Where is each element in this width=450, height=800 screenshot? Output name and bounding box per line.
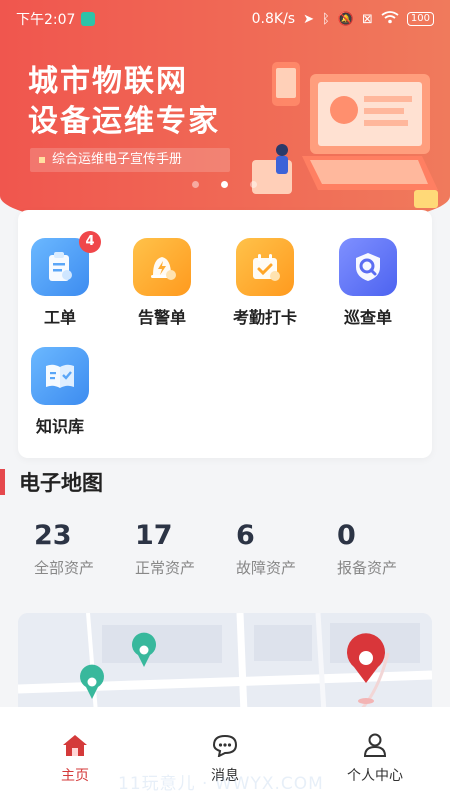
watermark: 11玩意儿 · WWYX.COM <box>118 774 324 794</box>
tab-home[interactable]: 主页 <box>30 733 120 785</box>
book-icon <box>31 347 89 405</box>
tab-profile[interactable]: 个人中心 <box>330 733 420 785</box>
function-grid: 4 工单 告警单 考勤打卡 巡查单 知识库 <box>18 210 432 458</box>
section-accent-bar <box>0 469 5 495</box>
stat-faulty-assets[interactable]: 6 故障资产 <box>236 520 336 578</box>
grid-item-alarm[interactable]: 告警单 <box>122 238 202 328</box>
stat-all-assets[interactable]: 23 全部资产 <box>34 520 134 578</box>
work-order-badge: 4 <box>79 231 101 253</box>
asset-map[interactable] <box>18 613 432 713</box>
bottom-tab-bar: 主页 消息 个人中心 11玩意儿 · WWYX.COM <box>0 707 450 800</box>
bluetooth-icon: ᛒ <box>322 11 330 27</box>
carousel-dot-active[interactable] <box>221 181 228 188</box>
shield-search-icon <box>339 238 397 296</box>
asset-stats: 23 全部资产 17 正常资产 6 故障资产 0 报备资产 <box>0 520 450 590</box>
status-bar: 下午2:07 0.8K/s ➤ ᛒ 🔕 ⊠ 100 <box>0 0 450 38</box>
carousel-indicator <box>192 181 257 188</box>
banner-carousel[interactable]: 下午2:07 0.8K/s ➤ ᛒ 🔕 ⊠ 100 城市物联网 设备运维专家 综… <box>0 0 450 232</box>
banner-headline: 城市物联网 设备运维专家 <box>28 64 220 139</box>
status-time: 下午2:07 <box>16 12 76 28</box>
grid-item-inspection[interactable]: 巡查单 <box>328 238 408 328</box>
calendar-check-icon <box>236 238 294 296</box>
sim-off-icon: ⊠ <box>362 11 373 27</box>
stat-normal-assets[interactable]: 17 正常资产 <box>135 520 235 578</box>
mute-icon: 🔕 <box>337 11 354 27</box>
message-icon <box>212 734 238 758</box>
section-title: 电子地图 <box>19 471 103 495</box>
network-speed: 0.8K/s <box>251 11 296 27</box>
location-icon: ➤ <box>303 11 314 27</box>
carousel-dot[interactable] <box>250 181 257 188</box>
home-icon <box>63 735 87 756</box>
user-icon <box>363 733 387 757</box>
stat-reported-assets[interactable]: 0 报备资产 <box>337 520 437 578</box>
grid-item-work-order[interactable]: 4 工单 <box>20 231 101 328</box>
banner-subtitle: 综合运维电子宣传手册 <box>30 148 230 172</box>
app-notification-icon <box>81 12 96 26</box>
wifi-icon <box>381 10 399 28</box>
banner-illustration <box>252 62 438 208</box>
carousel-dot[interactable] <box>192 181 199 188</box>
map-section-header: 电子地图 <box>0 466 103 498</box>
clipboard-icon: 4 <box>31 231 101 296</box>
alarm-icon <box>133 238 191 296</box>
grid-item-attendance[interactable]: 考勤打卡 <box>225 238 305 328</box>
battery-icon: 100 <box>406 12 434 26</box>
map-canvas <box>18 613 432 713</box>
grid-item-knowledge-base[interactable]: 知识库 <box>20 347 100 437</box>
